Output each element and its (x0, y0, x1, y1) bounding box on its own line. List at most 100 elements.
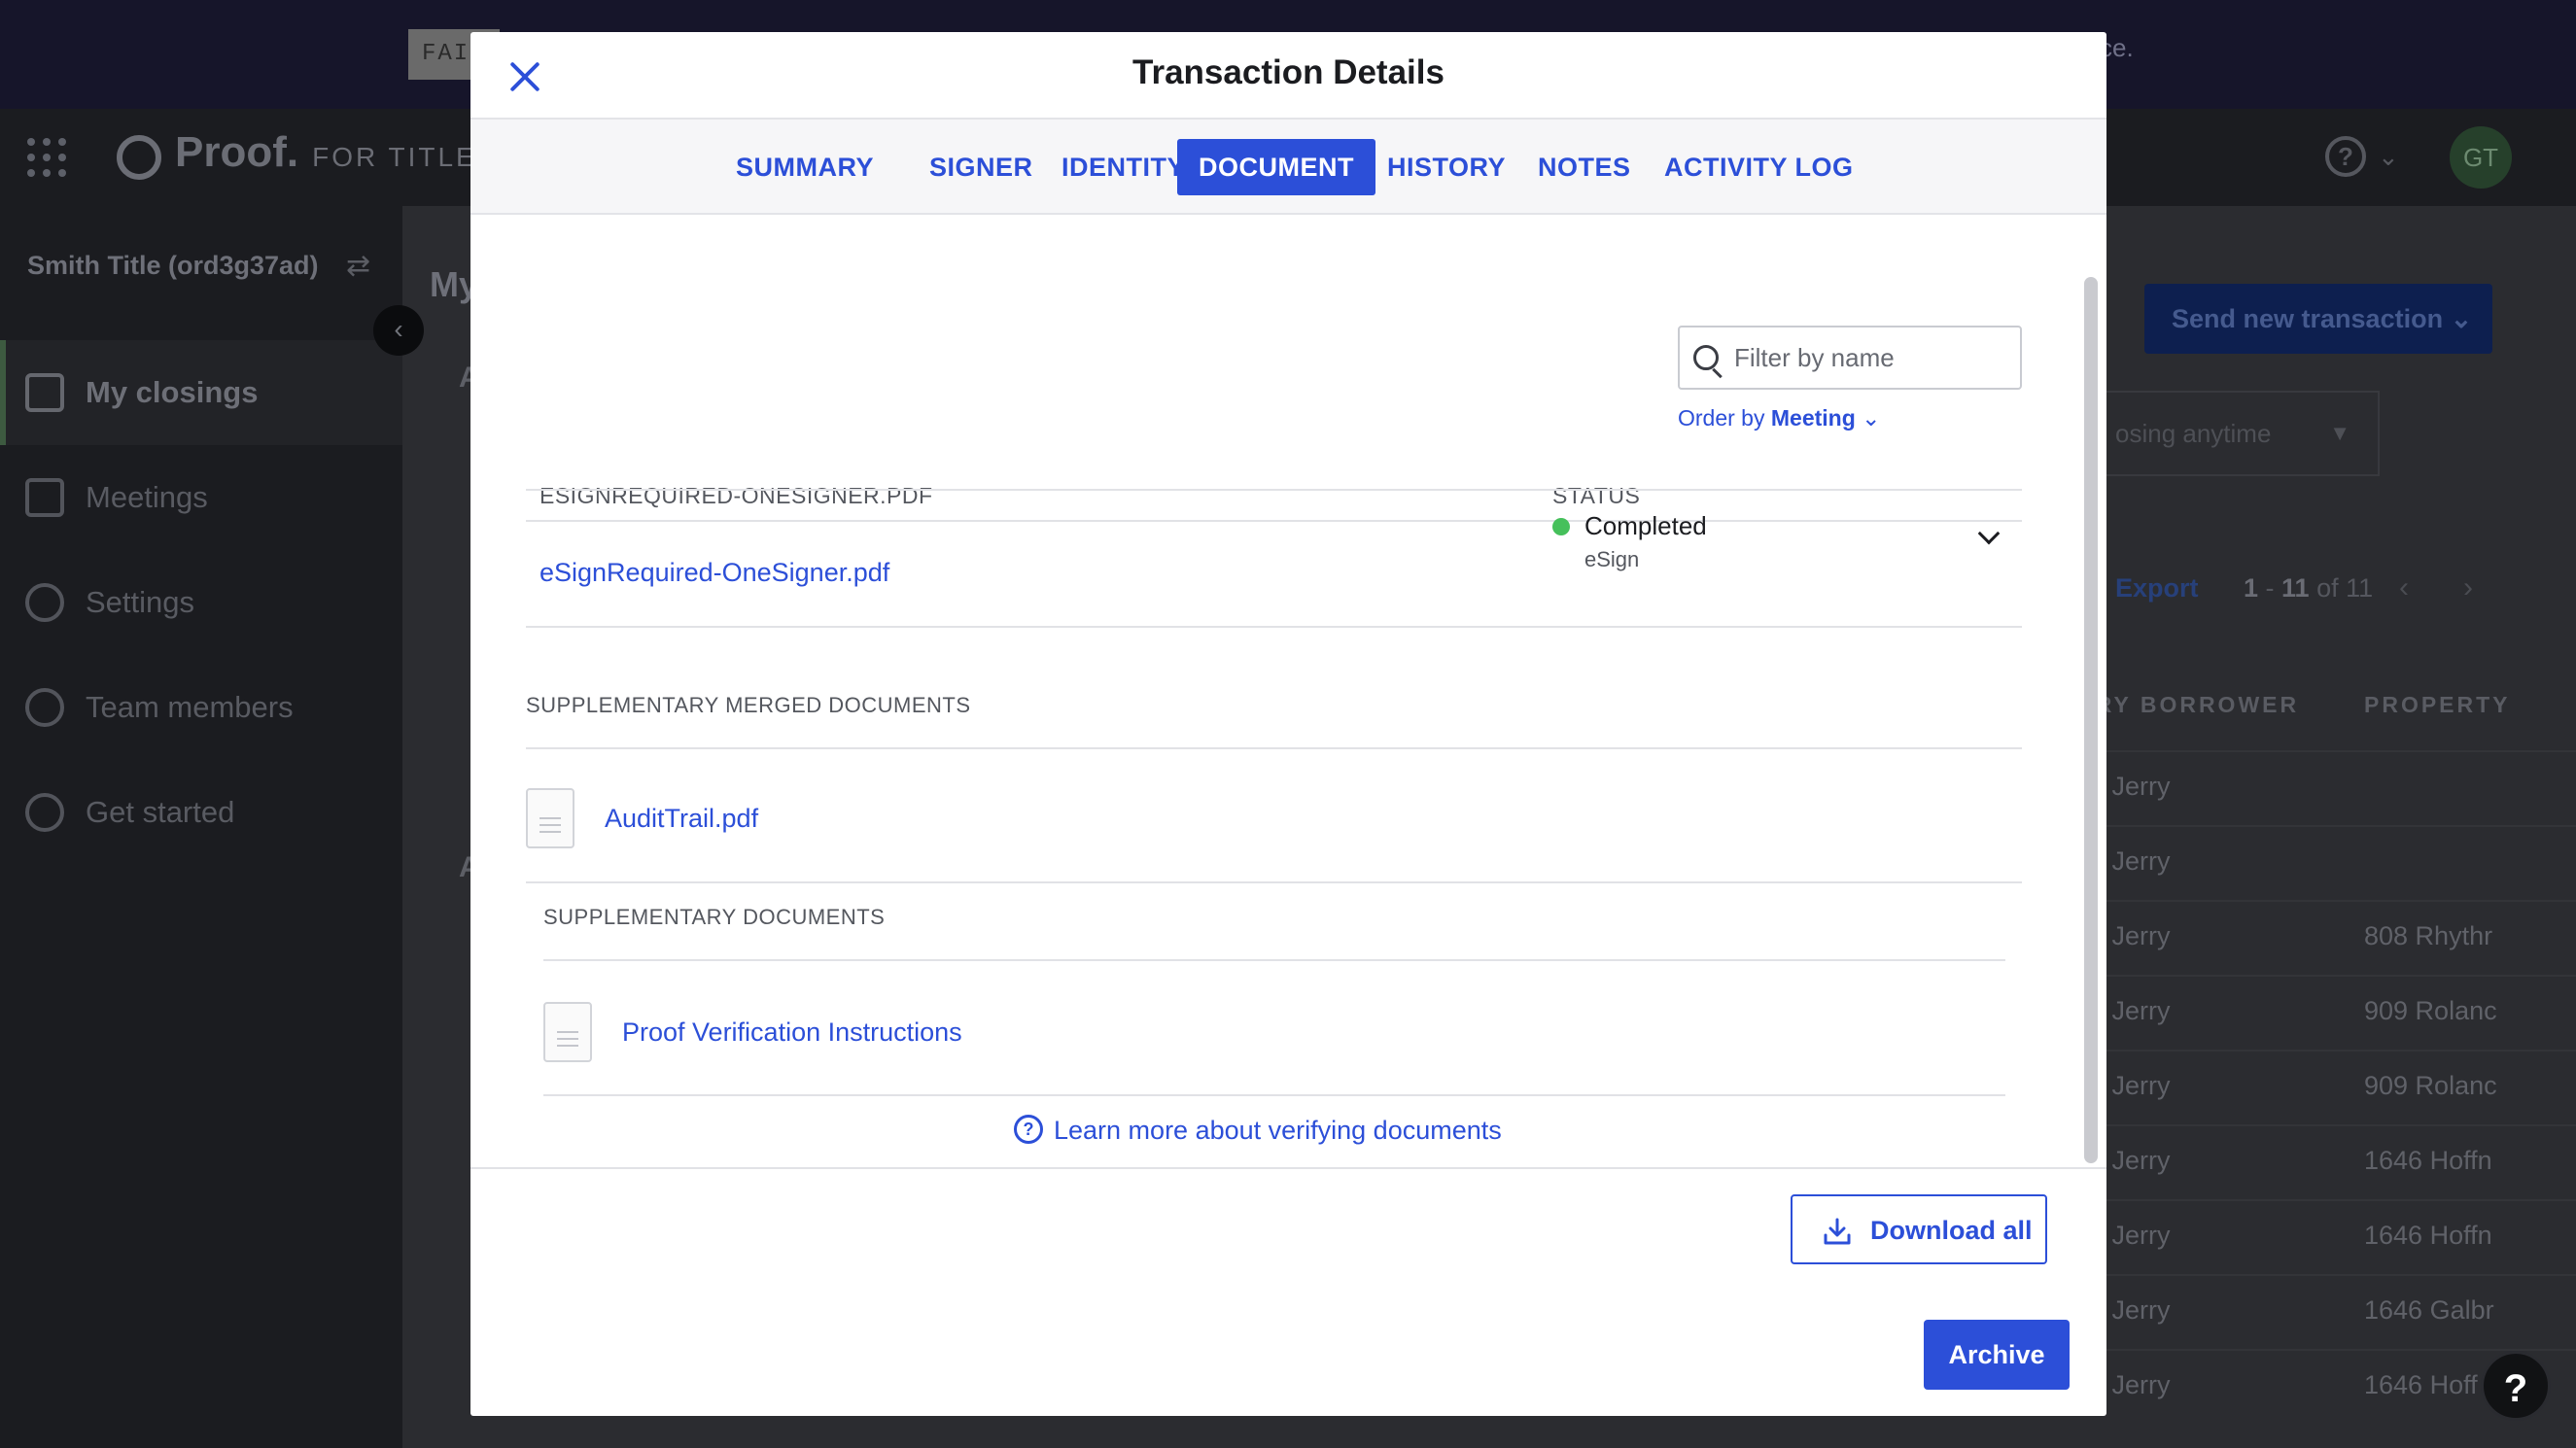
send-new-transaction-button[interactable]: Send new transaction ⌄ (2144, 284, 2492, 354)
tab-document[interactable]: DOCUMENT (1177, 139, 1375, 195)
property-cell: 1646 Hoffn (2364, 1221, 2492, 1250)
sidebar-item-label: My closings (86, 375, 259, 409)
table-row[interactable]: feld, Jerry 1646 Hoffn (2055, 1124, 2576, 1198)
chevron-down-icon[interactable] (1977, 522, 2001, 545)
modal-tabs: SUMMARY SIGNER IDENTITY DOCUMENT HISTORY… (470, 120, 2106, 215)
divider (526, 489, 2022, 491)
sidebar-item-get-started[interactable]: Get started (0, 760, 402, 865)
divider (526, 520, 2022, 522)
divider (543, 959, 2005, 961)
organization-name: Smith Title (ord3g37ad) (27, 251, 319, 280)
export-link[interactable]: Export (2115, 573, 2199, 603)
table-row[interactable]: feld, Jerry 909 Rolanc (2055, 975, 2576, 1049)
download-all-button[interactable]: Download all (1791, 1194, 2047, 1264)
tab-activity-log[interactable]: ACTIVITY LOG (1643, 139, 1875, 195)
calendar-icon (25, 478, 64, 517)
chevron-down-icon[interactable]: ⌄ (2378, 142, 2399, 172)
property-cell: 808 Rhythr (2364, 921, 2493, 950)
transaction-details-modal: Transaction Details SUMMARY SIGNER IDENT… (470, 32, 2106, 1416)
file-icon (543, 1002, 592, 1062)
modal-scrollbar[interactable] (2080, 277, 2100, 1190)
column-header-property[interactable]: PROPERTY (2364, 692, 2511, 718)
divider (526, 626, 2022, 628)
sidebar-item-meetings[interactable]: Meetings (0, 445, 402, 550)
logo-word: Proof. (175, 128, 299, 176)
document-name-header: ESIGNREQUIRED-ONESIGNER.PDF (540, 483, 933, 508)
collapse-sidebar-icon[interactable]: ‹ (373, 305, 424, 356)
chevron-down-icon: ⌄ (2450, 304, 2473, 333)
order-by-dropdown[interactable]: Order by Meeting ⌄ (1678, 405, 1880, 431)
filter-by-name-field[interactable] (1678, 326, 2022, 390)
sidebar-item-my-closings[interactable]: My closings (0, 340, 402, 445)
modal-title: Transaction Details (1132, 53, 1445, 91)
page-start: 1 (2244, 573, 2259, 603)
previous-page-icon[interactable]: ‹ (2399, 571, 2409, 604)
verification-instructions-link[interactable]: Proof Verification Instructions (622, 1017, 962, 1048)
tab-notes[interactable]: NOTES (1516, 139, 1653, 195)
tab-summary[interactable]: SUMMARY (714, 139, 895, 195)
table-row[interactable]: feld, Jerry 909 Rolanc (2055, 1050, 2576, 1123)
help-fab-icon[interactable]: ? (2481, 1351, 2551, 1421)
modal-footer-divider (470, 1167, 2106, 1169)
table-row[interactable]: feld, Jerry 1646 Hoffn (2055, 1199, 2576, 1273)
sidebar-item-settings[interactable]: Settings (0, 550, 402, 655)
users-icon (25, 688, 64, 727)
property-cell: 909 Rolanc (2364, 1071, 2497, 1100)
grid-icon (25, 373, 64, 412)
sidebar: Smith Title (ord3g37ad) ⇄ My closings Me… (0, 206, 402, 1448)
table-row[interactable]: feld, Jerry 808 Rhythr (2055, 900, 2576, 974)
archive-button[interactable]: Archive (1924, 1320, 2070, 1390)
closing-filter-value: osing anytime (2115, 419, 2272, 448)
sidebar-item-team-members[interactable]: Team members (0, 655, 402, 760)
sidebar-item-label: Settings (86, 585, 195, 619)
page-total: of 11 (2309, 573, 2374, 603)
status-type: eSign (1584, 547, 1640, 571)
learn-more-link[interactable]: Learn more about verifying documents (1054, 1116, 1502, 1146)
filter-by-name-input[interactable] (1734, 335, 2006, 380)
audit-trail-link[interactable]: AuditTrail.pdf (605, 804, 758, 834)
table-row[interactable]: feld, Jerry (2055, 825, 2576, 899)
supplementary-documents-label: SUPPLEMENTARY DOCUMENTS (543, 905, 886, 929)
table-row[interactable]: feld, Jerry (2055, 750, 2576, 824)
download-icon (1824, 1218, 1851, 1245)
status-dot (1552, 518, 1570, 535)
sidebar-item-label: Meetings (86, 480, 208, 514)
table-row[interactable]: feld, Jerry 1646 Galbr (2055, 1274, 2576, 1348)
order-by-label: Order by (1678, 405, 1765, 431)
page-end: 11 (2281, 573, 2310, 603)
status-header: STATUS (1552, 483, 1641, 508)
gear-icon (25, 583, 64, 622)
property-cell: 1646 Hoffn (2364, 1146, 2492, 1175)
proof-logo[interactable]: Proof. FOR TITLE (117, 128, 477, 187)
chevron-down-icon: ⌄ (1862, 405, 1881, 431)
logo-subtitle: FOR TITLE (312, 142, 477, 172)
tab-signer[interactable]: SIGNER (908, 139, 1055, 195)
search-icon (1693, 345, 1719, 370)
document-link[interactable]: eSignRequired-OneSigner.pdf (540, 558, 889, 588)
property-cell: 909 Rolanc (2364, 996, 2497, 1025)
status-badge: Completed (1584, 511, 1707, 540)
order-by-value: Meeting (1770, 405, 1856, 431)
merged-documents-label: SUPPLEMENTARY MERGED DOCUMENTS (526, 693, 971, 717)
app-launcher-icon[interactable] (27, 138, 66, 177)
user-avatar[interactable]: GT (2450, 126, 2512, 189)
file-icon (526, 788, 574, 848)
rocket-icon (25, 793, 64, 832)
send-button-label: Send new transaction (2172, 304, 2444, 333)
help-circle-icon: ? (1014, 1115, 1043, 1144)
switch-organization-icon[interactable]: ⇄ (346, 249, 370, 283)
proof-logo-mark-icon (117, 135, 161, 180)
sidebar-item-label: Get started (86, 795, 235, 829)
tab-history[interactable]: HISTORY (1366, 139, 1527, 195)
next-page-icon[interactable]: › (2463, 571, 2473, 604)
modal-header: Transaction Details (470, 32, 2106, 120)
scrollbar-thumb[interactable] (2084, 277, 2098, 1163)
sidebar-item-label: Team members (86, 690, 294, 724)
help-menu-icon[interactable]: ? (2325, 136, 2366, 177)
page-dash: - (2258, 573, 2282, 603)
property-cell: 1646 Hoff (2364, 1370, 2478, 1399)
divider (543, 1094, 2005, 1096)
download-all-label: Download all (1870, 1216, 2033, 1245)
property-cell: 1646 Galbr (2364, 1295, 2494, 1325)
caret-down-icon: ▼ (2329, 421, 2350, 445)
